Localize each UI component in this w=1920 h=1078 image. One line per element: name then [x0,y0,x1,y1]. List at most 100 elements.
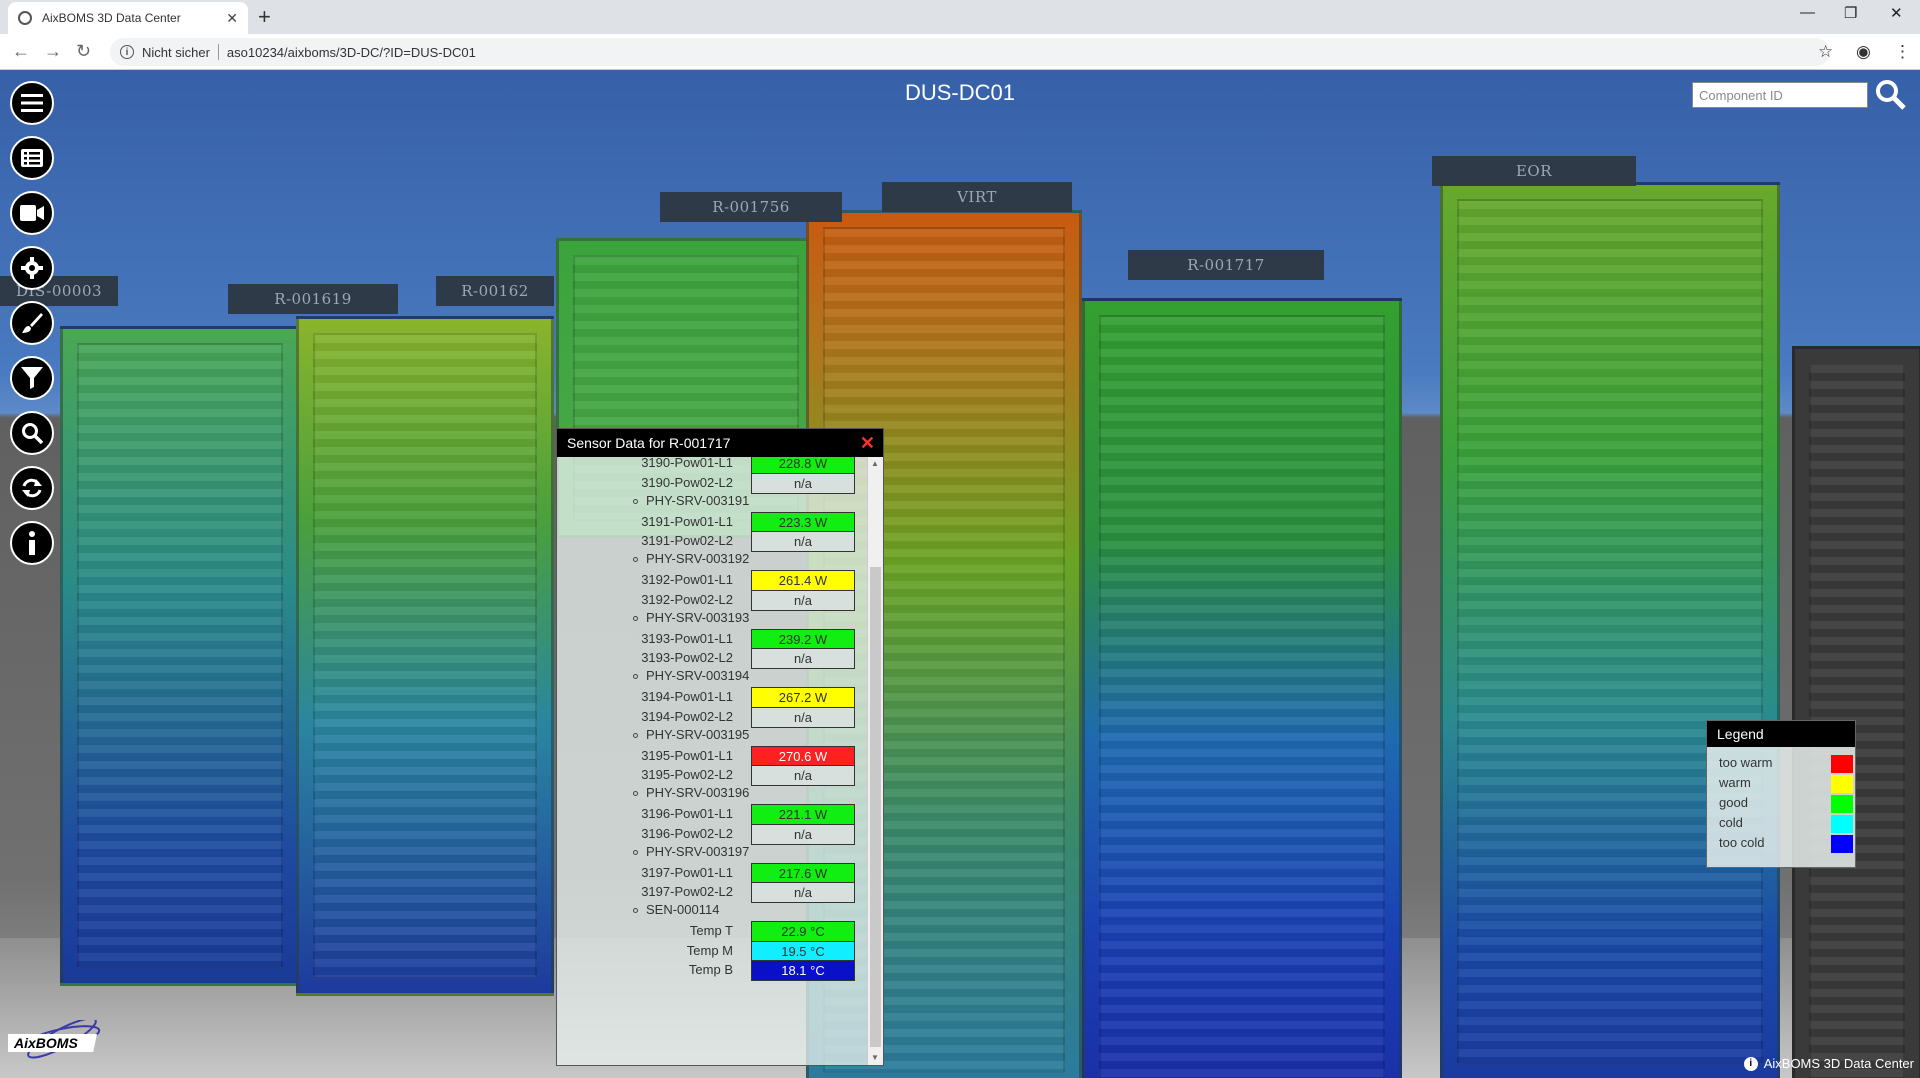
rack-label: EOR [1432,156,1636,186]
sensor-value: n/a [751,648,855,669]
list-button[interactable] [10,136,54,180]
legend-swatch [1831,775,1853,793]
sensor-row[interactable]: 3190-Pow02-L2 n/a [557,471,867,495]
sensor-value: n/a [751,472,855,494]
sensor-value: n/a [751,882,855,903]
reload-button[interactable]: ↻ [76,41,91,62]
rack[interactable] [1082,298,1402,1078]
datacenter-3d-view[interactable]: DIS-00003 R-001619 R-00162 R-001756 VIRT… [0,70,1920,1078]
rack-label: VIRT [882,182,1072,212]
restore-button[interactable]: ❐ [1844,4,1857,22]
sensor-label: 3190-Pow02-L2 [641,474,733,490]
list-icon [21,149,43,167]
security-label: Nicht sicher [142,44,210,60]
sensor-row[interactable]: 3192-Pow02-L2 n/a [557,588,867,612]
sensor-row[interactable]: 3195-Pow02-L2 n/a [557,763,867,787]
sensor-group-label: PHY-SRV-003196 [646,785,750,800]
footer-label: i AixBOMS 3D Data Center [1743,1056,1914,1071]
sensor-group[interactable]: PHY-SRV-003197 [633,844,749,859]
sensor-group-label: SEN-000114 [646,902,720,917]
sensor-label: 3191-Pow01-L1 [641,513,733,529]
sensor-group[interactable]: PHY-SRV-003196 [633,785,749,800]
legend-item: good [1707,793,1855,813]
sensor-row[interactable]: 3194-Pow02-L2 n/a [557,705,867,729]
address-bar[interactable]: i Nicht sicher aso10234/aixboms/3D-DC/?I… [110,38,1830,66]
browser-tabstrip: AixBOMS 3D Data Center ✕ + — ❐ ✕ [0,0,1920,34]
sensor-group-label: PHY-SRV-003191 [646,492,750,508]
brush-icon [22,313,43,333]
scroll-thumb[interactable] [870,567,881,1047]
rack-label: R-001619 [228,284,398,314]
bullet-icon [633,498,638,504]
sensor-group[interactable]: PHY-SRV-003193 [633,610,749,625]
sensor-group[interactable]: SEN-000114 [633,902,719,917]
new-tab-button[interactable]: + [258,4,271,30]
info-button[interactable] [10,521,54,565]
sensor-group-label: PHY-SRV-003195 [646,726,750,742]
filter-button[interactable] [10,356,54,400]
refresh-button[interactable] [10,466,54,510]
filter-icon [21,367,43,389]
sensor-label: Temp M [686,942,733,958]
bullet-icon [633,732,638,738]
rack[interactable] [296,316,554,996]
search-icon [22,423,43,444]
forward-button[interactable]: → [44,41,62,62]
bullet-icon [633,615,638,621]
sensor-label: 3196-Pow02-L2 [641,825,733,841]
sensor-group[interactable]: PHY-SRV-003195 [633,727,749,742]
legend-label: good [1719,795,1748,810]
close-icon[interactable]: ✕ [860,433,875,454]
sensor-value: 18.1 °C [751,960,855,981]
bullet-icon [633,849,638,855]
info-icon[interactable]: i [120,45,134,59]
sensor-row[interactable]: Temp B 18.1 °C [557,958,867,982]
sensor-value: n/a [751,823,855,845]
sensor-list[interactable]: ▲ ▼ 3190-Pow01-L1 228.8 W 3190-Pow02-L2 n/a… [557,457,883,1065]
scroll-up-icon[interactable]: ▲ [871,459,879,468]
rack[interactable] [60,326,300,986]
rack-side [1792,346,1920,1078]
sensor-row[interactable]: 3197-Pow02-L2 n/a [557,880,867,904]
sensor-group-label: PHY-SRV-003197 [646,843,750,859]
sensor-row[interactable]: 3196-Pow02-L2 n/a [557,822,867,846]
profile-icon[interactable]: ◉ [1856,42,1871,62]
sensor-row[interactable]: 3191-Pow02-L2 n/a [557,529,867,553]
sensor-label: 3197-Pow02-L2 [641,884,733,899]
sensor-value: n/a [751,765,855,786]
search-button[interactable] [10,411,54,455]
sensor-group[interactable]: PHY-SRV-003194 [633,668,749,683]
menu-button[interactable] [10,81,54,125]
rack-label: R-001756 [660,192,842,222]
bullet-icon [633,791,638,797]
scroll-down-icon[interactable]: ▼ [871,1053,879,1062]
sensor-group[interactable]: PHY-SRV-003192 [633,551,749,566]
brush-button[interactable] [10,301,54,345]
minimize-button[interactable]: — [1800,4,1815,21]
sensor-row[interactable]: 3193-Pow02-L2 n/a [557,646,867,670]
sensor-panel-header: Sensor Data for R-001717 ✕ [557,429,883,457]
browser-tab[interactable]: AixBOMS 3D Data Center ✕ [8,2,248,34]
component-search-button[interactable] [1874,78,1908,112]
sensor-value: n/a [751,589,855,611]
back-button[interactable]: ← [12,41,30,62]
rack[interactable] [1440,182,1780,1078]
component-id-input[interactable] [1692,82,1868,108]
browser-toolbar: ← → ↻ i Nicht sicher aso10234/aixboms/3D… [0,34,1920,70]
gear-icon [21,257,43,279]
bookmark-star-icon[interactable]: ☆ [1818,42,1833,62]
camera-button[interactable] [10,191,54,235]
favicon-icon [18,11,32,25]
legend-swatch [1831,795,1853,813]
sensor-label: Temp B [688,962,733,977]
sensor-value: n/a [751,531,855,552]
close-window-button[interactable]: ✕ [1890,4,1903,22]
sensor-label: 3192-Pow02-L2 [641,591,733,607]
sensor-group[interactable]: PHY-SRV-003191 [633,493,749,508]
scrollbar[interactable]: ▲ ▼ [867,457,883,1065]
tab-close-icon[interactable]: ✕ [226,10,238,27]
settings-button[interactable] [10,246,54,290]
sensor-group-label: PHY-SRV-003194 [646,668,750,683]
browser-menu-icon[interactable]: ⋮ [1894,42,1911,62]
legend-item: warm [1707,773,1855,793]
